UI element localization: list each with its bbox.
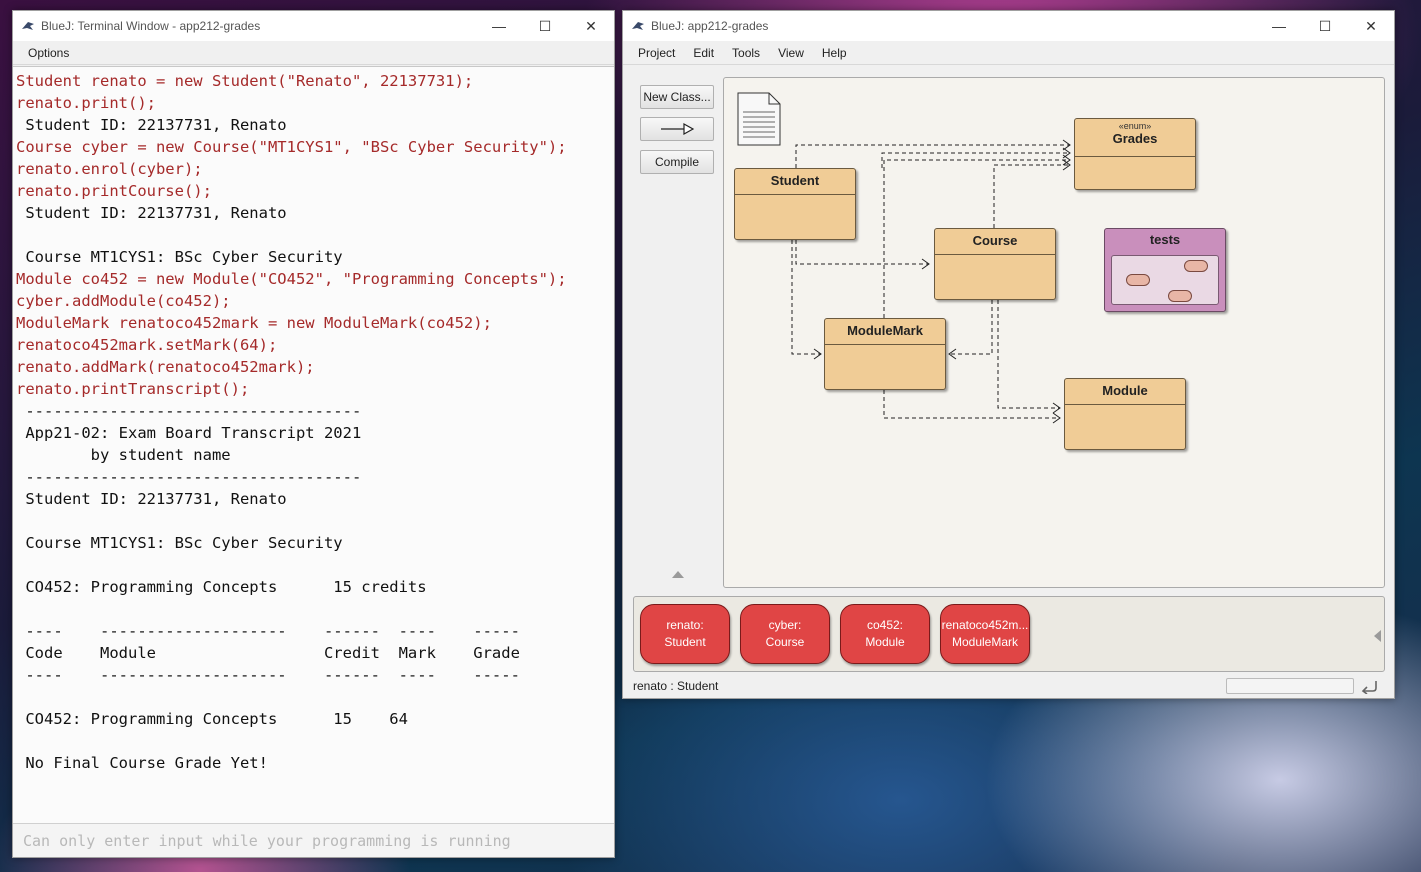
class-grades[interactable]: «enum» Grades [1074,118,1196,190]
terminal-line: renato.print(); [16,94,156,112]
terminal-line: renato.enrol(cyber); [16,160,203,178]
terminal-line: ModuleMark renatoco452mark = new ModuleM… [16,314,492,332]
terminal-line: renato.addMark(renatoco452mark); [16,358,315,376]
new-arrow-button[interactable] [640,117,714,141]
class-name: Module [1065,379,1185,405]
package-tests[interactable]: tests [1104,228,1226,312]
dependency-arrows [791,139,1071,424]
bluej-titlebar[interactable]: BlueJ: app212-grades — ☐ ✕ [623,11,1394,41]
progress-bar [1226,678,1354,694]
terminal-line: ------------------------------------ [16,402,362,420]
close-icon[interactable]: ✕ [1348,11,1394,41]
terminal-line: CO452: Programming Concepts 15 64 [16,710,408,728]
enum-stereotype: «enum» [1118,121,1152,131]
class-course[interactable]: Course [934,228,1056,300]
object-cyber[interactable]: cyber: Course [740,604,830,664]
class-name: Grades [1112,131,1158,146]
close-icon[interactable]: ✕ [568,11,614,41]
menu-project[interactable]: Project [623,46,684,60]
terminal-line: Course cyber = new Course("MT1CYS1", "BS… [16,138,567,156]
terminal-window: BlueJ: Terminal Window - app212-grades —… [12,10,615,858]
package-contents [1111,255,1219,305]
test-class-shape [1184,260,1208,272]
class-name: Course [935,229,1055,255]
terminal-title: BlueJ: Terminal Window - app212-grades [41,19,261,33]
menu-help[interactable]: Help [813,46,856,60]
object-bench: renato: Student cyber: Course co452: Module… [633,596,1385,672]
terminal-menubar: Options [13,41,614,65]
inheritance-arrow-icon [661,123,694,135]
class-name: Student [735,169,855,195]
bluej-menubar: Project Edit Tools View Help [623,41,1394,65]
menu-view[interactable]: View [769,46,813,60]
reset-machine-icon[interactable] [1361,678,1379,694]
collapse-up-icon[interactable] [671,569,685,579]
terminal-line: ---- -------------------- ------ ---- --… [16,622,520,640]
terminal-line: Student ID: 22137731, Renato [16,116,287,134]
terminal-line: Student ID: 22137731, Renato [16,490,287,508]
compile-button[interactable]: Compile [640,150,714,174]
bluej-bird-icon [632,22,644,30]
minimize-icon[interactable]: — [1256,11,1302,41]
terminal-line: CO452: Programming Concepts 15 credits [16,578,427,596]
terminal-input-field[interactable]: Can only enter input while your programm… [13,823,614,857]
object-renato[interactable]: renato: Student [640,604,730,664]
test-class-shape [1168,290,1192,302]
terminal-line: Student ID: 22137731, Renato [16,204,287,222]
object-renatoco452mark[interactable]: renatoco452m... ModuleMark [940,604,1030,664]
class-student[interactable]: Student [734,168,856,240]
terminal-line: renato.printTranscript(); [16,380,250,398]
terminal-line: Code Module Credit Mark Grade [16,644,520,662]
menu-edit[interactable]: Edit [684,46,723,60]
bluej-bird-icon [22,22,34,30]
class-diagram-canvas[interactable]: «enum» Grades Student Course tests Module… [723,77,1385,588]
terminal-titlebar[interactable]: BlueJ: Terminal Window - app212-grades —… [13,11,614,41]
terminal-line: ------------------------------------ [16,468,362,486]
object-co452[interactable]: co452: Module [840,604,930,664]
terminal-line: renatoco452mark.setMark(64); [16,336,278,354]
terminal-line: by student name [16,446,231,464]
maximize-icon[interactable]: ☐ [1302,11,1348,41]
terminal-line: Course MT1CYS1: BSc Cyber Security [16,248,343,266]
bluej-title: BlueJ: app212-grades [651,19,769,33]
maximize-icon[interactable]: ☐ [522,11,568,41]
bluej-main-window: BlueJ: app212-grades — ☐ ✕ Project Edit … [622,10,1395,699]
test-class-shape [1126,274,1150,286]
class-module[interactable]: Module [1064,378,1186,450]
terminal-line: Module co452 = new Module("CO452", "Prog… [16,270,567,288]
terminal-line: App21-02: Exam Board Transcript 2021 [16,424,362,442]
terminal-output[interactable]: Student renato = new Student("Renato", 2… [13,66,614,832]
new-class-button[interactable]: New Class... [640,85,714,109]
minimize-icon[interactable]: — [476,11,522,41]
collapse-left-icon[interactable] [1372,629,1382,643]
terminal-line: renato.printCourse(); [16,182,212,200]
terminal-line: Student renato = new Student("Renato", 2… [16,72,474,90]
class-name: ModuleMark [825,319,945,345]
menu-tools[interactable]: Tools [723,46,769,60]
package-name: tests [1149,232,1181,247]
terminal-line: ---- -------------------- ------ ---- --… [16,666,520,684]
status-text: renato : Student [633,679,719,693]
terminal-line: cyber.addModule(co452); [16,292,231,310]
terminal-line: Course MT1CYS1: BSc Cyber Security [16,534,343,552]
readme-document-icon[interactable] [737,92,781,146]
menu-options[interactable]: Options [13,46,78,60]
terminal-line: No Final Course Grade Yet! [16,754,268,772]
class-modulemark[interactable]: ModuleMark [824,318,946,390]
